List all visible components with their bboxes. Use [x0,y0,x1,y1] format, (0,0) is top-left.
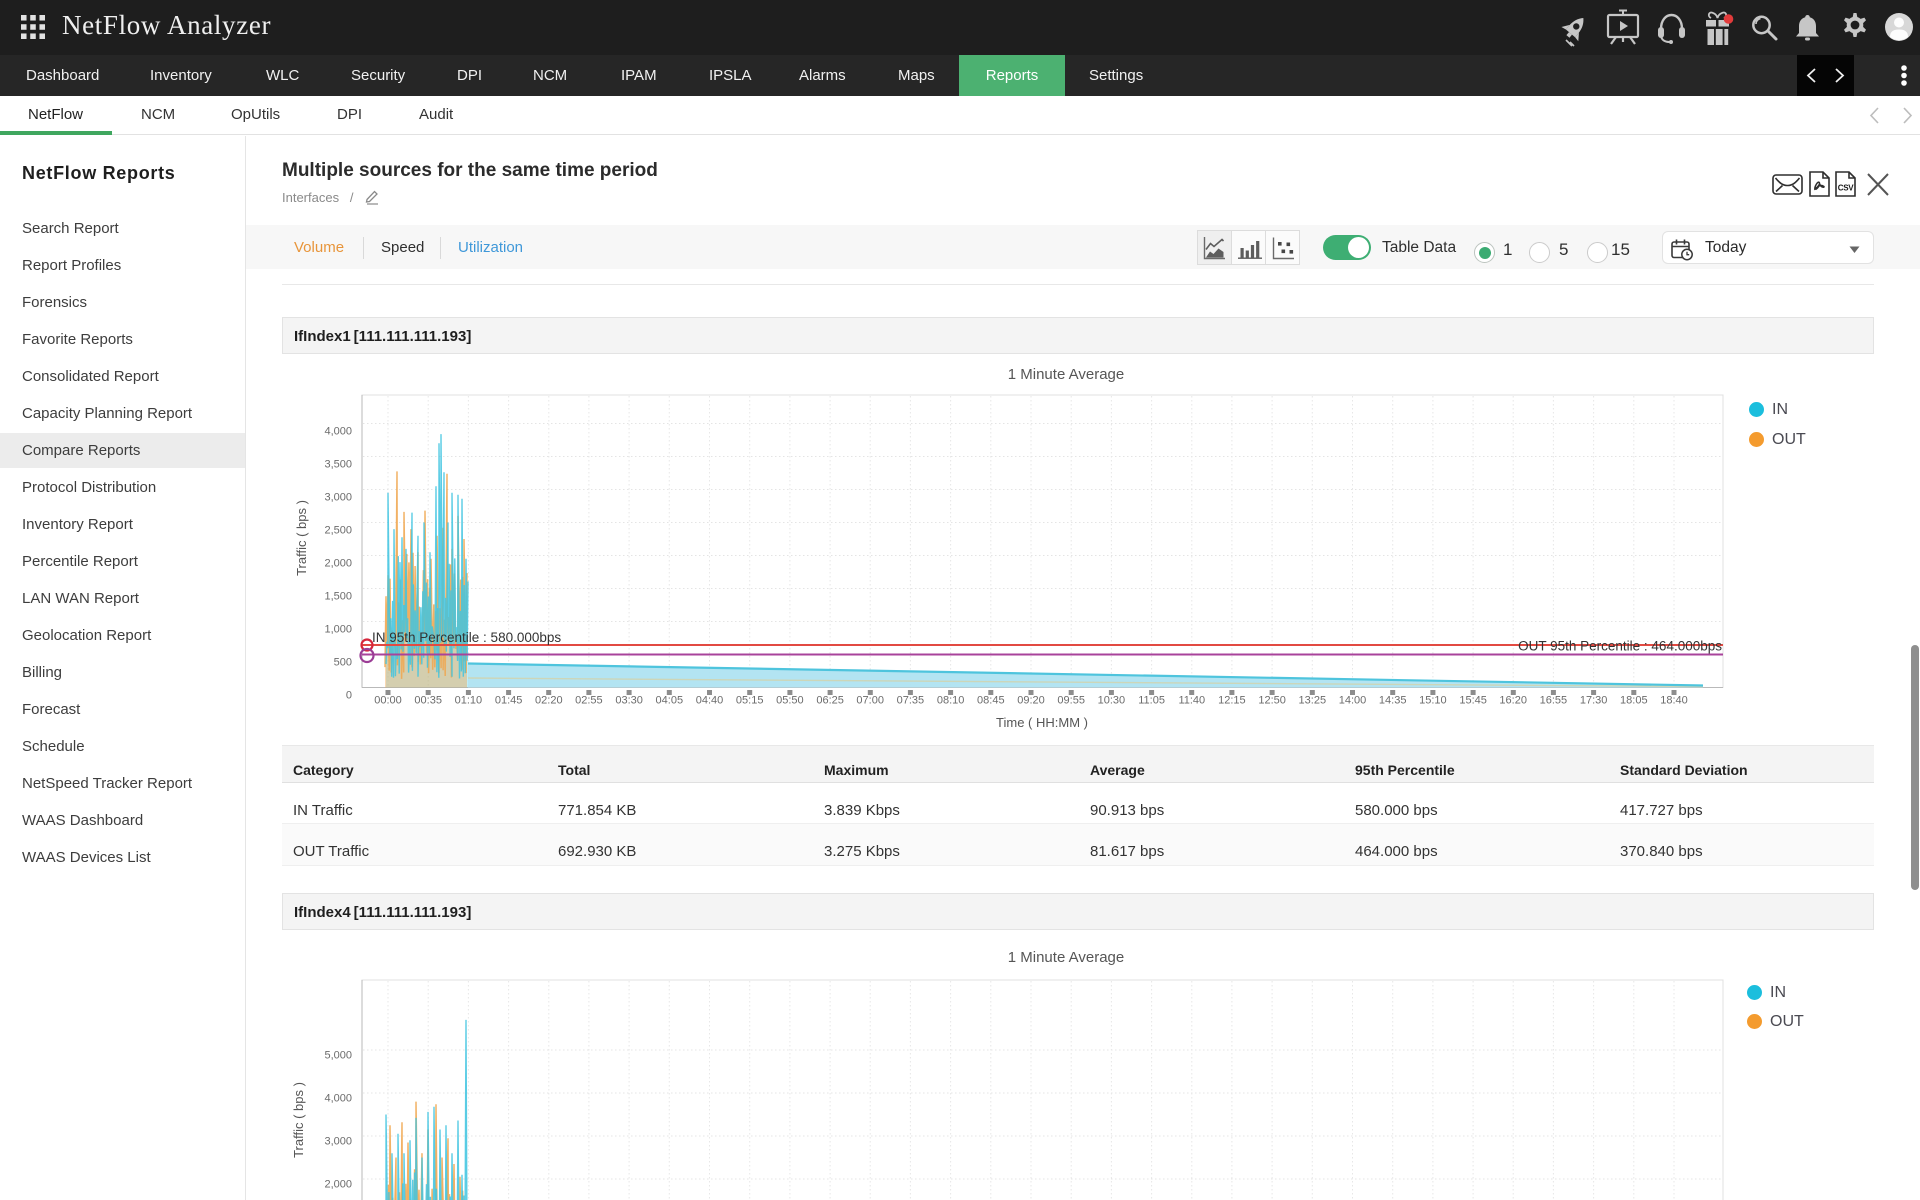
svg-text:02:55: 02:55 [575,695,603,707]
svg-text:18:05: 18:05 [1620,695,1648,707]
svg-text:0: 0 [346,690,352,702]
svg-text:11:40: 11:40 [1178,695,1205,707]
svg-text:11:05: 11:05 [1138,695,1165,707]
svg-text:09:55: 09:55 [1057,695,1085,707]
svg-text:3,500: 3,500 [324,459,352,471]
svg-text:2,000: 2,000 [324,1179,352,1191]
svg-text:10:30: 10:30 [1098,695,1126,707]
svg-text:09:20: 09:20 [1017,695,1045,707]
svg-text:1 Minute Average: 1 Minute Average [1008,949,1124,966]
svg-text:12:15: 12:15 [1218,695,1246,707]
svg-text:2,500: 2,500 [324,525,352,537]
svg-text:08:10: 08:10 [937,695,965,707]
svg-text:14:00: 14:00 [1339,695,1367,707]
svg-text:00:00: 00:00 [374,695,402,707]
svg-text:CSV: CSV [1838,184,1855,193]
svg-text:16:20: 16:20 [1499,695,1527,707]
svg-text:01:45: 01:45 [495,695,523,707]
svg-text:5,000: 5,000 [324,1050,352,1062]
svg-text:02:20: 02:20 [535,695,563,707]
svg-text:16:55: 16:55 [1540,695,1568,707]
svg-text:06:25: 06:25 [816,695,844,707]
svg-text:05:50: 05:50 [776,695,804,707]
svg-text:15:45: 15:45 [1459,695,1487,707]
svg-text:07:00: 07:00 [856,695,884,707]
svg-text:04:40: 04:40 [696,695,724,707]
svg-text:3,000: 3,000 [324,492,352,504]
svg-text:08:45: 08:45 [977,695,1005,707]
svg-text:2,000: 2,000 [324,558,352,570]
svg-text:14:35: 14:35 [1379,695,1407,707]
svg-text:18:40: 18:40 [1660,695,1688,707]
svg-text:Time ( HH:MM ): Time ( HH:MM ) [996,715,1088,730]
svg-text:4,000: 4,000 [324,426,352,438]
svg-text:12:50: 12:50 [1258,695,1286,707]
svg-text:03:30: 03:30 [615,695,643,707]
svg-text:15:10: 15:10 [1419,695,1447,707]
svg-text:OUT 95th Percentile : 464.000b: OUT 95th Percentile : 464.000bps [1518,639,1722,654]
svg-text:Traffic ( bps ): Traffic ( bps ) [291,1082,306,1158]
svg-text:1 Minute Average: 1 Minute Average [1008,366,1124,383]
svg-text:IN 95th Percentile : 580.000bp: IN 95th Percentile : 580.000bps [372,630,561,645]
svg-text:4,000: 4,000 [324,1093,352,1105]
svg-text:3,000: 3,000 [324,1136,352,1148]
svg-text:500: 500 [334,657,352,669]
svg-text:05:15: 05:15 [736,695,764,707]
svg-text:01:10: 01:10 [455,695,483,707]
svg-text:07:35: 07:35 [897,695,925,707]
svg-text:1,500: 1,500 [324,591,352,603]
svg-text:1,000: 1,000 [324,624,352,636]
svg-text:00:35: 00:35 [414,695,442,707]
svg-text:Traffic ( bps ): Traffic ( bps ) [294,500,309,576]
svg-text:17:30: 17:30 [1580,695,1608,707]
svg-text:13:25: 13:25 [1299,695,1327,707]
svg-text:04:05: 04:05 [656,695,684,707]
